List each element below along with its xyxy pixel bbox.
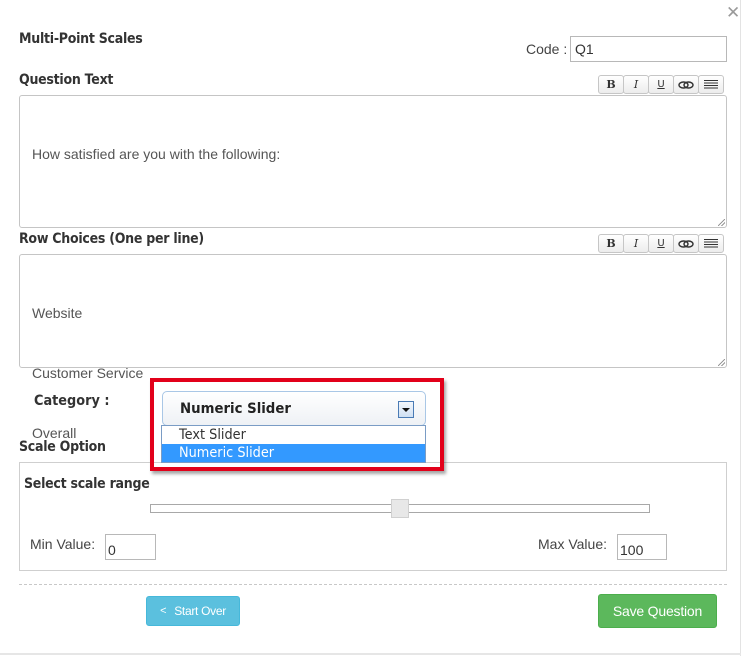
align-justify-icon[interactable] xyxy=(698,75,724,94)
align-justify-icon[interactable] xyxy=(698,234,724,253)
chevron-left-icon: < xyxy=(160,605,167,617)
row-choices-input[interactable]: Website Customer Service Overall xyxy=(19,254,727,441)
scale-option-heading: Scale Option xyxy=(19,439,106,455)
max-value-label: Max Value: xyxy=(538,536,607,552)
category-selected-value: Numeric Slider xyxy=(180,401,291,417)
bold-icon[interactable]: B xyxy=(598,234,624,253)
italic-icon[interactable]: I xyxy=(623,234,649,253)
category-dropdown-list: Text Slider Numeric Slider xyxy=(161,425,426,463)
max-value-input[interactable] xyxy=(617,534,667,560)
category-label: Category : xyxy=(34,393,110,409)
code-input[interactable] xyxy=(570,36,727,62)
underline-icon[interactable]: U xyxy=(648,75,674,94)
row-choices-heading: Row Choices (One per line) xyxy=(19,231,204,247)
link-icon[interactable] xyxy=(673,234,699,253)
category-option-text-slider[interactable]: Text Slider xyxy=(162,426,425,444)
bold-icon[interactable]: B xyxy=(598,75,624,94)
category-select[interactable]: Numeric Slider xyxy=(162,391,426,426)
dialog-right-border xyxy=(740,0,741,656)
chevron-down-icon[interactable] xyxy=(398,401,414,418)
start-over-button[interactable]: < Start Over xyxy=(146,596,240,626)
link-icon[interactable] xyxy=(673,75,699,94)
question-text-value: How satisfied are you with the following… xyxy=(32,146,281,162)
resize-grip-icon[interactable] xyxy=(718,359,725,366)
resize-grip-icon[interactable] xyxy=(718,219,725,226)
italic-icon[interactable]: I xyxy=(623,75,649,94)
slider-handle[interactable] xyxy=(391,499,409,518)
min-value-label: Min Value: xyxy=(30,536,96,552)
scale-range-heading: Select scale range xyxy=(24,476,150,492)
dialog-bottom-border xyxy=(0,653,741,655)
question-text-toolbar: B I U xyxy=(598,75,724,94)
category-option-numeric-slider[interactable]: Numeric Slider xyxy=(162,444,425,462)
start-over-label: Start Over xyxy=(174,604,226,618)
question-text-input[interactable]: How satisfied are you with the following… xyxy=(19,95,727,228)
underline-icon[interactable]: U xyxy=(648,234,674,253)
min-value-input[interactable] xyxy=(105,534,156,560)
close-icon[interactable]: ✕ xyxy=(726,4,740,22)
code-label: Code : xyxy=(526,41,568,57)
divider xyxy=(19,584,727,585)
row-choice-line: Website xyxy=(32,305,83,321)
question-text-heading: Question Text xyxy=(19,72,114,88)
row-choices-toolbar: B I U xyxy=(598,234,724,253)
dialog-title: Multi-Point Scales xyxy=(19,31,143,47)
save-question-button[interactable]: Save Question xyxy=(598,594,717,628)
